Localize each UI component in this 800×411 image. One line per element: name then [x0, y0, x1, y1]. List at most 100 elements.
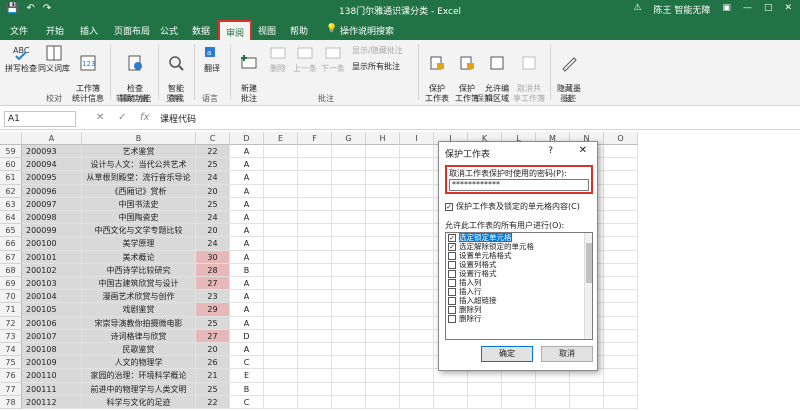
checkbox-unchecked[interactable]	[448, 252, 456, 260]
table-cell[interactable]: 25	[196, 158, 230, 172]
empty-cell[interactable]	[434, 369, 468, 383]
empty-cell[interactable]	[366, 316, 400, 330]
empty-cell[interactable]	[366, 184, 400, 198]
empty-cell[interactable]	[264, 343, 298, 357]
column-header-h[interactable]: H	[366, 132, 400, 145]
empty-cell[interactable]	[366, 197, 400, 211]
column-header-i[interactable]: I	[400, 132, 434, 145]
empty-cell[interactable]	[298, 316, 332, 330]
empty-cell[interactable]	[264, 237, 298, 251]
table-cell[interactable]: B	[230, 263, 264, 277]
empty-cell[interactable]	[264, 263, 298, 277]
column-header-c[interactable]: C	[196, 132, 230, 145]
insert-function-icon[interactable]: fx	[140, 112, 149, 123]
empty-cell[interactable]	[604, 343, 638, 357]
column-header-e[interactable]: E	[264, 132, 298, 145]
table-cell[interactable]: 24	[196, 171, 230, 185]
empty-cell[interactable]	[332, 395, 366, 409]
table-cell[interactable]: 前进中的物理学与人类文明	[82, 382, 196, 396]
empty-cell[interactable]	[332, 369, 366, 383]
ribbon-display-icon[interactable]: ▣	[722, 3, 731, 16]
table-cell[interactable]: 26	[196, 356, 230, 370]
table-cell[interactable]: 中西文化与文学专题比较	[82, 224, 196, 238]
empty-cell[interactable]	[604, 263, 638, 277]
empty-cell[interactable]	[604, 277, 638, 291]
row-header[interactable]: 63	[0, 197, 22, 211]
table-cell[interactable]: 中国陶瓷史	[82, 211, 196, 225]
table-cell[interactable]: 200094	[22, 158, 82, 172]
table-cell[interactable]: D	[230, 329, 264, 343]
permission-item[interactable]: 插入超链接	[446, 296, 592, 305]
empty-cell[interactable]	[332, 237, 366, 251]
empty-cell[interactable]	[332, 171, 366, 185]
empty-cell[interactable]	[332, 277, 366, 291]
empty-cell[interactable]	[604, 211, 638, 225]
empty-cell[interactable]	[332, 211, 366, 225]
empty-cell[interactable]	[604, 290, 638, 304]
row-header[interactable]: 73	[0, 329, 22, 343]
table-cell[interactable]: 设计与人文：当代公共艺术	[82, 158, 196, 172]
permission-item[interactable]: 删除列	[446, 305, 592, 314]
empty-cell[interactable]	[604, 145, 638, 159]
table-cell[interactable]: 中国古建筑欣赏与设计	[82, 277, 196, 291]
empty-cell[interactable]	[264, 211, 298, 225]
empty-cell[interactable]	[400, 395, 434, 409]
empty-cell[interactable]	[400, 197, 434, 211]
empty-cell[interactable]	[604, 197, 638, 211]
checkbox-unchecked[interactable]	[448, 288, 456, 296]
table-cell[interactable]: A	[230, 211, 264, 225]
checkbox-checked[interactable]: ✓	[448, 234, 456, 242]
table-cell[interactable]: 200107	[22, 329, 82, 343]
empty-cell[interactable]	[332, 356, 366, 370]
empty-cell[interactable]	[400, 329, 434, 343]
row-header[interactable]: 71	[0, 303, 22, 317]
permission-item[interactable]: 设置列格式	[446, 260, 592, 269]
select-all-corner[interactable]	[0, 132, 22, 145]
close-icon[interactable]: ✕	[579, 145, 587, 156]
empty-cell[interactable]	[298, 369, 332, 383]
table-cell[interactable]: 200100	[22, 237, 82, 251]
empty-cell[interactable]	[298, 356, 332, 370]
empty-cell[interactable]	[298, 395, 332, 409]
empty-cell[interactable]	[366, 290, 400, 304]
empty-cell[interactable]	[502, 382, 536, 396]
empty-cell[interactable]	[264, 369, 298, 383]
empty-cell[interactable]	[298, 303, 332, 317]
empty-cell[interactable]	[298, 290, 332, 304]
empty-cell[interactable]	[570, 369, 604, 383]
empty-cell[interactable]	[332, 263, 366, 277]
permission-item[interactable]: ✓ 选定解除锁定的单元格	[446, 242, 592, 251]
empty-cell[interactable]	[332, 290, 366, 304]
empty-cell[interactable]	[434, 395, 468, 409]
row-header[interactable]: 62	[0, 184, 22, 198]
empty-cell[interactable]	[604, 316, 638, 330]
table-cell[interactable]: 200110	[22, 369, 82, 383]
table-cell[interactable]: 漫画艺术欣赏与创作	[82, 290, 196, 304]
formula-content[interactable]: 课程代码	[160, 112, 196, 125]
empty-cell[interactable]	[264, 356, 298, 370]
checkbox-unchecked[interactable]	[448, 279, 456, 287]
spreadsheet-grid[interactable]: A B C D E F G H I J K L M N O 59 200093 艺术鉴赏 22 A 60 200094 设计…	[0, 132, 800, 411]
empty-cell[interactable]	[332, 343, 366, 357]
column-header-d[interactable]: D	[230, 132, 264, 145]
empty-cell[interactable]	[502, 395, 536, 409]
empty-cell[interactable]	[332, 197, 366, 211]
row-header[interactable]: 65	[0, 224, 22, 238]
empty-cell[interactable]	[264, 250, 298, 264]
empty-cell[interactable]	[298, 145, 332, 159]
empty-cell[interactable]	[604, 369, 638, 383]
empty-cell[interactable]	[264, 224, 298, 238]
tab-page-layout[interactable]: 页面布局	[114, 24, 150, 37]
row-header[interactable]: 64	[0, 211, 22, 225]
empty-cell[interactable]	[400, 237, 434, 251]
empty-cell[interactable]	[536, 369, 570, 383]
protect-contents-checkbox[interactable]: ✓ 保护工作表及锁定的单元格内容(C)	[445, 201, 580, 212]
empty-cell[interactable]	[332, 250, 366, 264]
name-box[interactable]: A1	[4, 111, 76, 127]
empty-cell[interactable]	[400, 184, 434, 198]
table-cell[interactable]: C	[230, 356, 264, 370]
table-cell[interactable]: 200104	[22, 290, 82, 304]
checkbox-unchecked[interactable]	[448, 270, 456, 278]
table-cell[interactable]: 28	[196, 263, 230, 277]
empty-cell[interactable]	[604, 329, 638, 343]
